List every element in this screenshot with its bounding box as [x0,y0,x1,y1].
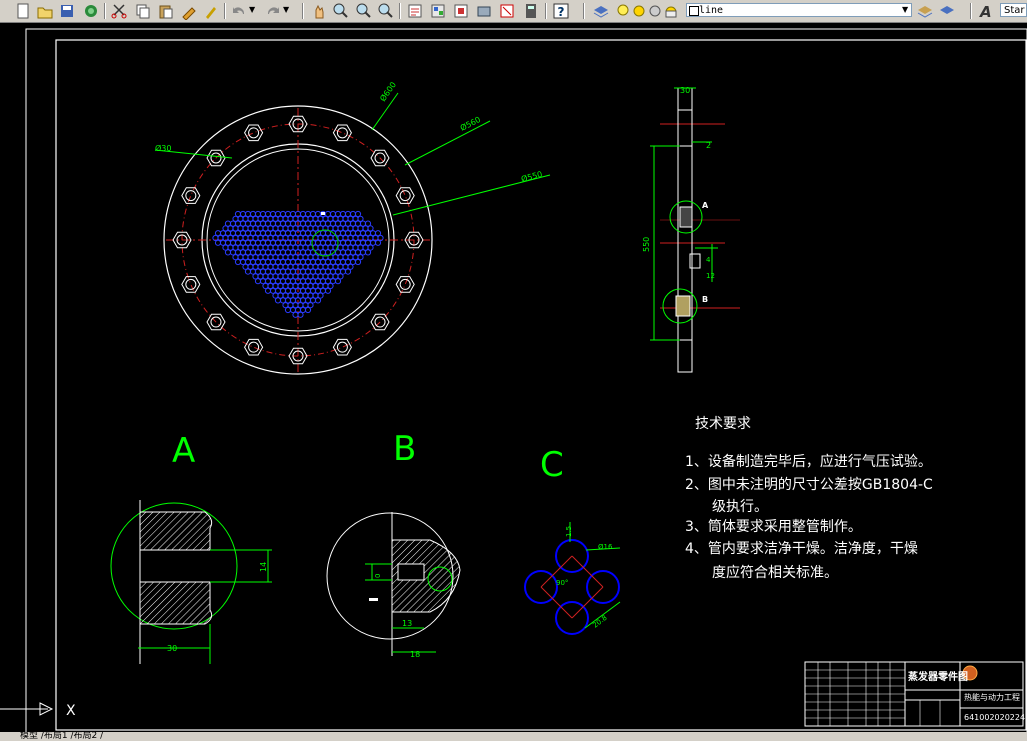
standard-toolbar: ▼ ▼ ? line ▼ A Star [0,0,1027,23]
dim-width-30: 30 [680,86,690,95]
text-style-value: Star [1004,5,1025,16]
dim-c-90: 90° [556,579,568,587]
help-icon[interactable]: ? [552,2,570,20]
dim-2: 2 [706,141,711,150]
marker-b: B [702,295,708,304]
layout-tabs[interactable]: 模型 /布局1 /布局2 / [0,732,1027,741]
dim-b-0: 0 [374,574,382,578]
tool-palettes-icon[interactable] [452,2,470,20]
title-block-name: 蒸发器零件图 [908,670,968,683]
dim-a-14: 14 [259,562,268,572]
dim-length-550: 550 [642,237,651,252]
view-label-c: C [540,445,564,485]
copy-icon[interactable] [134,2,152,20]
dim-4: 4 [706,256,711,264]
properties-icon[interactable] [406,2,424,20]
zoom-realtime-icon[interactable] [332,2,350,20]
title-block-number: 641002020224 [964,713,1025,722]
layer-states-icon[interactable] [938,2,956,20]
drawing-svg[interactable]: Ø600 Ø560 Ø550 Ø30 30 550 2 A 4 12 B A B… [0,23,1027,734]
tech-title: 技术要求 [695,416,751,432]
layer-properties-icon[interactable] [592,2,610,20]
dim-b-13: 13 [402,619,412,628]
new-icon[interactable] [14,2,32,20]
match-properties-icon[interactable] [180,2,198,20]
svg-text:?: ? [558,5,565,19]
color-swatch-icon [689,6,699,16]
brush-icon[interactable] [202,2,220,20]
dim-c-d16: Ø16 [598,543,613,551]
tech-line-3: 3、筒体要求采用整管制作。 [685,518,862,535]
marker-a: A [702,201,709,210]
save-icon[interactable] [58,2,76,20]
dim-d30: Ø30 [155,143,171,153]
zoom-window-icon[interactable] [355,2,373,20]
view-label-b: B [393,429,416,469]
svg-text:A: A [979,3,992,20]
markup-icon[interactable] [498,2,516,20]
dim-b-18: 18 [410,650,420,659]
layer-previous-icon[interactable] [916,2,934,20]
redo-dropdown-icon[interactable]: ▼ [283,3,289,17]
zoom-previous-icon[interactable] [377,2,395,20]
cut-icon[interactable] [110,2,128,20]
title-block-dept: 热能与动力工程 [964,692,1020,702]
design-center-icon[interactable] [429,2,447,20]
dim-c-1-5: 1.5 [565,526,573,537]
view-label-a: A [172,431,195,471]
drawing-canvas[interactable]: Ø600 Ø560 Ø550 Ø30 30 550 2 A 4 12 B A B… [0,23,1027,734]
tech-line-4b: 度应符合相关标准。 [712,564,838,581]
pan-icon[interactable] [310,2,328,20]
open-icon[interactable] [36,2,54,20]
paste-icon[interactable] [157,2,175,20]
dim-12: 12 [706,272,715,280]
ucs-x-label: X [66,703,76,719]
text-style-select[interactable]: Star [1000,3,1027,17]
calculator-icon[interactable] [522,2,540,20]
layer-color-icon [662,2,680,20]
dim-a-30: 30 [167,644,177,653]
tech-line-1: 1、设备制造完毕后，应进行气压试验。 [685,453,932,470]
undo-dropdown-icon[interactable]: ▼ [249,3,255,17]
undo-icon[interactable] [230,2,248,20]
tech-line-4: 4、管内要求洁净干燥。洁净度，干燥 [685,541,918,557]
publish-icon[interactable] [82,2,100,20]
redo-icon[interactable] [264,2,282,20]
tech-line-2b: 级执行。 [712,499,768,515]
sheet-set-icon[interactable] [475,2,493,20]
linetype-dropdown-icon[interactable]: ▼ [902,3,908,17]
linetype-value: line [699,5,724,16]
linetype-select[interactable]: line [686,3,912,17]
layout-tab-labels[interactable]: 模型 /布局1 /布局2 / [0,732,103,741]
tech-line-2: 2、图中未注明的尺寸公差按GB1804-C [685,477,933,493]
text-style-icon[interactable]: A [978,2,996,20]
